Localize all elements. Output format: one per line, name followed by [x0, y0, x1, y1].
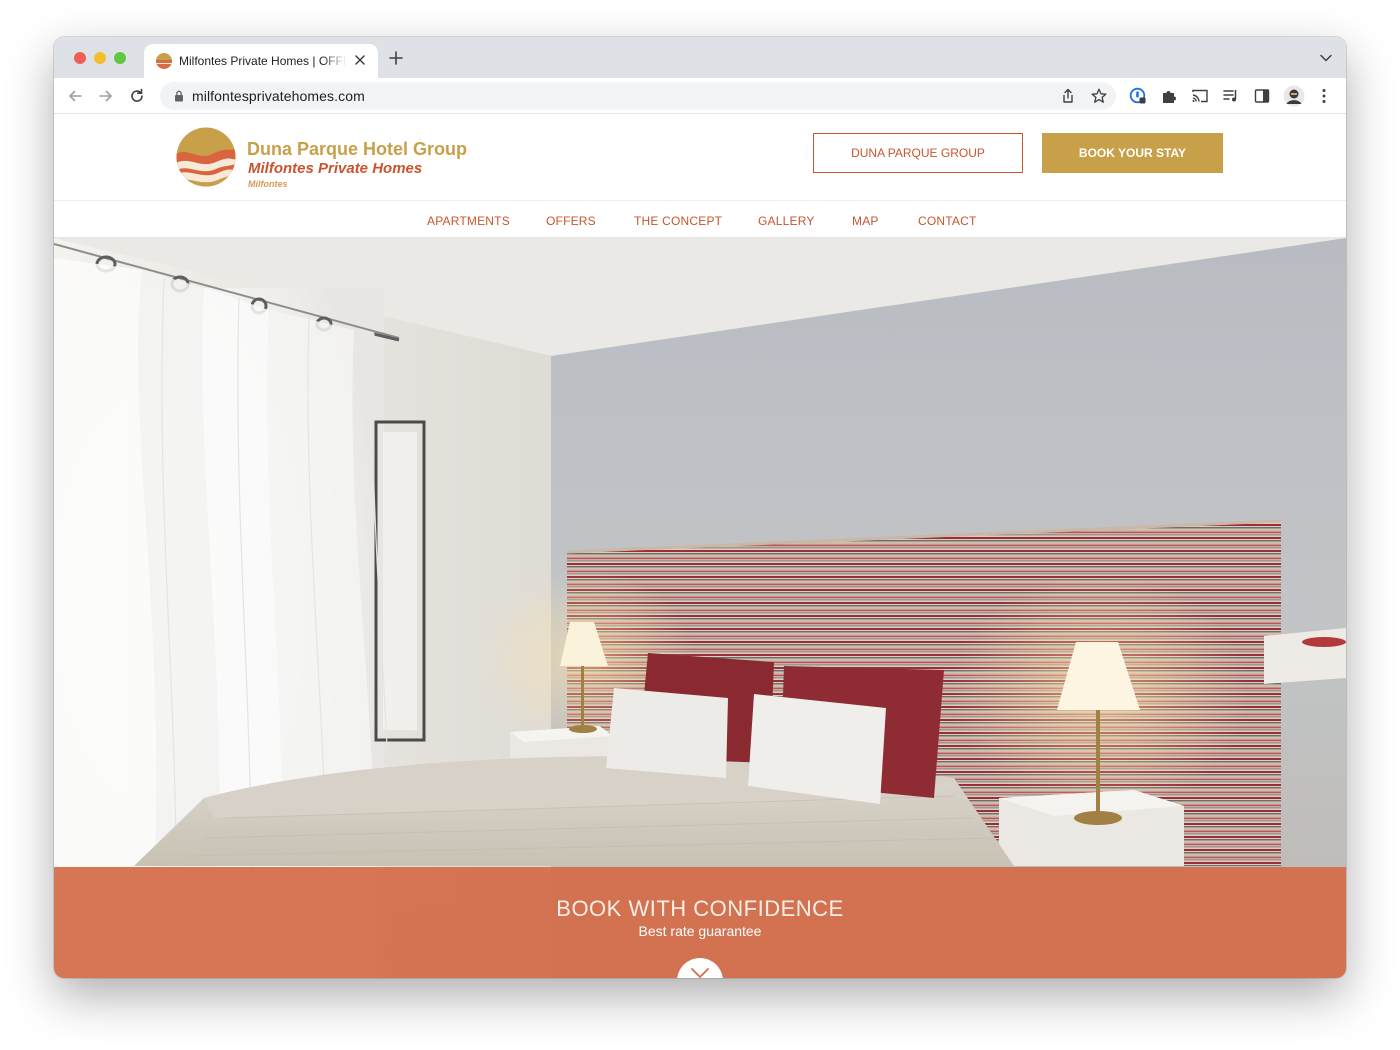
browser-tab[interactable]: Milfontes Private Homes | OFFICIAL SITE: [144, 44, 378, 78]
reload-icon[interactable]: [128, 87, 146, 105]
forward-arrow-icon[interactable]: [97, 87, 115, 105]
brand-location: Milfontes: [248, 179, 288, 189]
scroll-down-button[interactable]: [677, 958, 723, 978]
address-bar[interactable]: milfontesprivatehomes.com: [160, 82, 1116, 110]
browser-toolbar: milfontesprivatehomes.com: [54, 78, 1346, 114]
back-arrow-icon[interactable]: [66, 87, 84, 105]
duna-parque-logo-icon[interactable]: [176, 127, 236, 187]
bookmark-star-icon[interactable]: [1090, 87, 1108, 105]
close-window-button[interactable]: [74, 52, 86, 64]
minimize-window-button[interactable]: [94, 52, 106, 64]
tab-title: Milfontes Private Homes | OFFICIAL SITE: [179, 54, 347, 68]
nav-the-concept[interactable]: THE CONCEPT: [634, 214, 722, 228]
nav-offers[interactable]: OFFERS: [546, 214, 596, 228]
chevron-down-icon: [691, 968, 709, 978]
media-controls-icon[interactable]: [1222, 87, 1240, 105]
nav-apartments[interactable]: APARTMENTS: [427, 214, 510, 228]
password-manager-extension-icon[interactable]: [1129, 87, 1147, 105]
book-your-stay-button[interactable]: BOOK YOUR STAY: [1042, 133, 1223, 173]
new-tab-icon[interactable]: [388, 50, 404, 66]
profile-avatar-icon[interactable]: [1283, 85, 1305, 107]
browser-window: Milfontes Private Homes | OFFICIAL SITE: [54, 37, 1346, 978]
close-tab-icon[interactable]: [352, 52, 368, 68]
duna-parque-group-button[interactable]: DUNA PARQUE GROUP: [813, 133, 1023, 173]
share-icon[interactable]: [1059, 87, 1077, 105]
more-menu-icon[interactable]: [1315, 87, 1333, 105]
site-header: Duna Parque Hotel Group Milfontes Privat…: [54, 114, 1346, 200]
brand-name: Milfontes Private Homes: [248, 160, 423, 177]
tab-strip: Milfontes Private Homes | OFFICIAL SITE: [54, 37, 1346, 78]
url-text: milfontesprivatehomes.com: [192, 88, 365, 104]
nav-contact[interactable]: CONTACT: [918, 214, 977, 228]
book-with-confidence-banner: BOOK WITH CONFIDENCE Best rate guarantee: [54, 867, 1346, 978]
nav-gallery[interactable]: GALLERY: [758, 214, 815, 228]
banner-title: BOOK WITH CONFIDENCE: [556, 896, 844, 921]
cast-icon[interactable]: [1191, 87, 1209, 105]
banner-subtitle: Best rate guarantee: [638, 923, 762, 939]
lock-icon: [175, 90, 183, 102]
nav-map[interactable]: MAP: [852, 214, 879, 228]
side-panel-icon[interactable]: [1253, 87, 1271, 105]
brand-group-name: Duna Parque Hotel Group: [247, 139, 468, 159]
maximize-window-button[interactable]: [114, 52, 126, 64]
extensions-puzzle-icon[interactable]: [1160, 87, 1178, 105]
tab-search-chevron-icon[interactable]: [1320, 53, 1332, 63]
main-nav: APARTMENTS OFFERS THE CONCEPT GALLERY MA…: [54, 200, 1346, 238]
hero-section: BOOK WITH CONFIDENCE Best rate guarantee: [54, 238, 1346, 978]
site-favicon-icon: [156, 53, 172, 69]
